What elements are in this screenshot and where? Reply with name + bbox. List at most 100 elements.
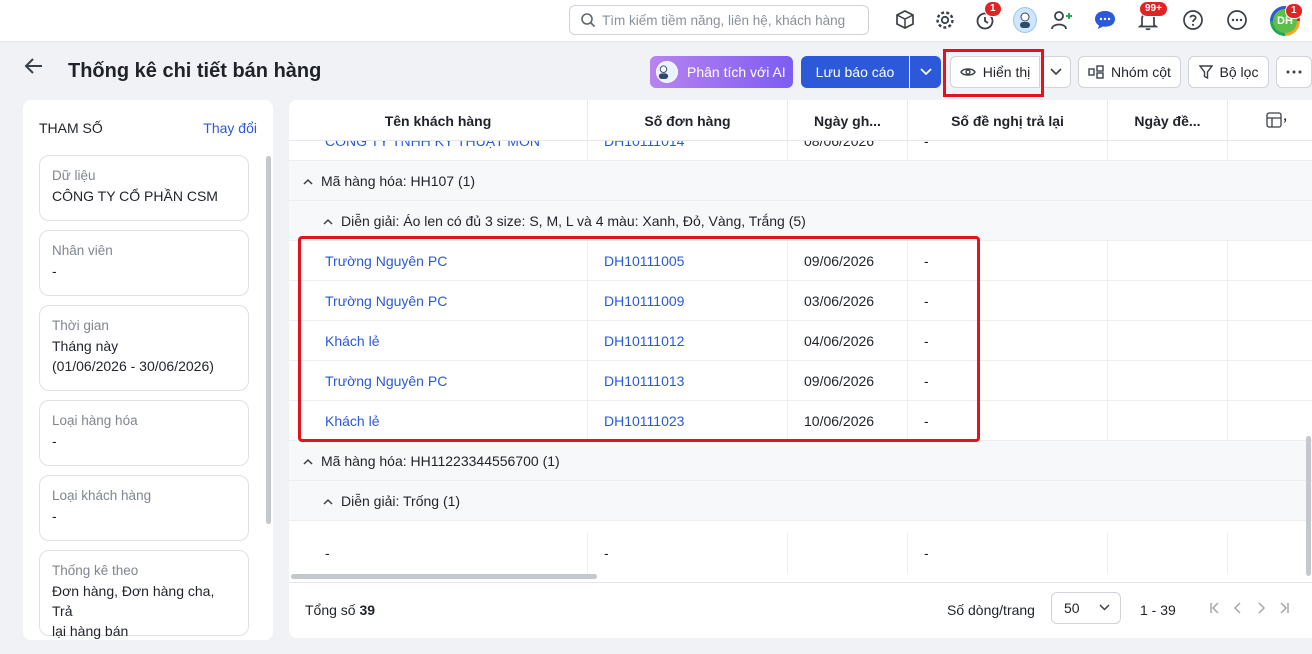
display-highlight-box (943, 49, 1044, 97)
change-params-link[interactable]: Thay đổi (203, 120, 257, 136)
group-title: Mã hàng hóa: HH11223344556700 (1) (321, 453, 560, 469)
chevron-down-icon (919, 68, 932, 76)
help-icon[interactable] (1181, 8, 1205, 32)
param-value: Đơn hàng, Đơn hàng cha, Trả (52, 583, 215, 619)
table-vertical-scrollbar[interactable] (1306, 436, 1311, 576)
more-horizontal-icon (1286, 70, 1302, 74)
save-report-button[interactable]: Lưu báo cáo (801, 56, 909, 88)
ai-avatar-icon (656, 61, 678, 83)
empty-cell (1108, 241, 1228, 281)
param-label: Loại hàng hóa (52, 413, 138, 428)
params-scrollbar[interactable] (266, 156, 271, 524)
last-page-icon[interactable] (1276, 600, 1292, 616)
prev-page-icon[interactable] (1230, 600, 1246, 616)
empty-cell (1108, 281, 1228, 321)
total-label: Tổng số (305, 602, 356, 618)
table-row[interactable]: CÔNG TY TNHH KỸ THUẬT MÔN DH10111014 08/… (289, 141, 1312, 161)
page-range: 1 - 39 (1140, 602, 1176, 618)
chevron-up-icon (323, 218, 333, 225)
profile-avatar[interactable]: DH 1 (1270, 3, 1303, 36)
customer-cell: - (289, 533, 588, 573)
first-page-icon[interactable] (1207, 600, 1223, 616)
table-footer: Tổng số 39 Số dòng/trang 50 1 - 39 (289, 582, 1312, 638)
subgroup-label[interactable]: Diễn giải: Áo len có đủ 3 size: S, M, L … (323, 201, 806, 241)
top-bar: Tìm kiếm tiềm năng, liên hệ, khách hàng … (0, 0, 1312, 42)
params-panel: THAM SỐ Thay đổi Dữ liệu CÔNG TY CỔ PHẦN… (23, 100, 273, 640)
param-label: Thời gian (52, 318, 109, 333)
param-value: - (52, 433, 57, 449)
rows-highlight-box (298, 236, 980, 442)
order-cell: - (588, 533, 788, 573)
group-label[interactable]: Mã hàng hóa: HH11223344556700 (1) (303, 441, 560, 481)
chat-icon[interactable] (1093, 8, 1117, 32)
param-statistic-by-card[interactable]: Thống kê theo Đơn hàng, Đơn hàng cha, Tr… (39, 550, 249, 639)
group-title: Mã hàng hóa: HH107 (1) (321, 173, 476, 189)
rows-per-page-value: 50 (1064, 600, 1080, 616)
column-header-order[interactable]: Số đơn hàng (588, 100, 788, 141)
subgroup-title: Diễn giải: Áo len có đủ 3 size: S, M, L … (341, 213, 806, 229)
user-avatar-icon[interactable] (1013, 7, 1037, 33)
column-header-customer[interactable]: Tên khách hàng (289, 100, 588, 141)
filter-label: Bộ lọc (1219, 64, 1259, 80)
total-count: Tổng số 39 (305, 602, 375, 618)
empty-cell (1108, 533, 1228, 573)
filter-button[interactable]: Bộ lọc (1188, 56, 1269, 88)
chevron-up-icon (303, 458, 313, 465)
param-label: Thống kê theo (52, 563, 139, 578)
empty-cell (1108, 321, 1228, 361)
chevron-down-icon (1099, 604, 1110, 611)
param-label: Nhân viên (52, 243, 113, 258)
group-label[interactable]: Mã hàng hóa: HH107 (1) (303, 161, 475, 201)
order-cell[interactable]: DH10111014 (588, 141, 788, 161)
customer-cell[interactable]: CÔNG TY TNHH KỸ THUẬT MÔN (289, 141, 588, 161)
save-report-dropdown[interactable] (910, 56, 941, 88)
alarm-clock-icon[interactable]: 1 (973, 1, 1002, 32)
subgroup-row[interactable]: Diễn giải: Áo len có đủ 3 size: S, M, L … (289, 201, 1312, 241)
subgroup-title: Diễn giải: Trống (1) (341, 493, 461, 509)
search-input[interactable]: Tìm kiếm tiềm năng, liên hệ, khách hàng (569, 5, 869, 35)
param-customer-type-card[interactable]: Loại khách hàng - (39, 475, 249, 541)
date-cell: 08/06/2026 (788, 141, 908, 161)
column-header-request-date[interactable]: Ngày đề... (1108, 100, 1228, 141)
more-circle-icon[interactable] (1225, 8, 1249, 32)
group-columns-label: Nhóm cột (1111, 64, 1171, 80)
chevron-up-icon (323, 498, 333, 505)
param-data-card[interactable]: Dữ liệu CÔNG TY CỔ PHẦN CSM (39, 155, 249, 221)
ai-analysis-button[interactable]: Phân tích với AI (650, 56, 793, 88)
return-cell: - (908, 533, 1108, 573)
chevron-down-icon (1050, 68, 1062, 76)
column-header-return-request[interactable]: Số đề nghị trả lại (908, 100, 1108, 141)
page-title: Thống kê chi tiết bán hàng (68, 60, 322, 82)
box-search-icon[interactable] (893, 8, 917, 32)
search-placeholder: Tìm kiếm tiềm năng, liên hệ, khách hàng (602, 12, 846, 28)
param-value: Tháng này (52, 338, 119, 354)
group-row[interactable]: Mã hàng hóa: HH11223344556700 (1) (289, 441, 1312, 481)
param-time-card[interactable]: Thời gian Tháng này (01/06/2026 - 30/06/… (39, 305, 249, 391)
column-settings-icon[interactable] (1266, 112, 1284, 130)
rows-per-page-select[interactable]: 50 (1051, 592, 1121, 624)
param-employee-card[interactable]: Nhân viên - (39, 230, 249, 296)
empty-cell (1108, 141, 1228, 161)
param-product-type-card[interactable]: Loại hàng hóa - (39, 400, 249, 466)
table-header: Tên khách hàng Số đơn hàng Ngày gh... Số… (289, 100, 1312, 141)
param-label: Loại khách hàng (52, 488, 152, 503)
table-row[interactable]: - - - (289, 533, 1312, 573)
next-page-icon[interactable] (1253, 600, 1269, 616)
gear-icon[interactable] (933, 8, 957, 32)
params-title: THAM SỐ (39, 120, 103, 136)
param-value-cont: lại hàng bán (52, 623, 129, 639)
column-header-delivery-date[interactable]: Ngày gh... (788, 100, 908, 141)
display-dropdown[interactable] (1041, 56, 1071, 88)
add-user-icon[interactable] (1050, 8, 1074, 32)
group-row[interactable]: Mã hàng hóa: HH107 (1) (289, 161, 1312, 201)
search-icon (581, 13, 596, 28)
subgroup-row[interactable]: Diễn giải: Trống (1) (289, 481, 1312, 521)
back-arrow-icon[interactable] (22, 54, 48, 78)
group-columns-button[interactable]: Nhóm cột (1078, 56, 1181, 88)
empty-cell (1108, 401, 1228, 441)
table-horizontal-scrollbar[interactable] (291, 574, 597, 579)
filter-icon (1198, 65, 1213, 79)
subgroup-label[interactable]: Diễn giải: Trống (1) (323, 481, 460, 521)
bell-icon[interactable]: 99+ (1136, 1, 1168, 32)
more-options-button[interactable] (1276, 56, 1312, 88)
